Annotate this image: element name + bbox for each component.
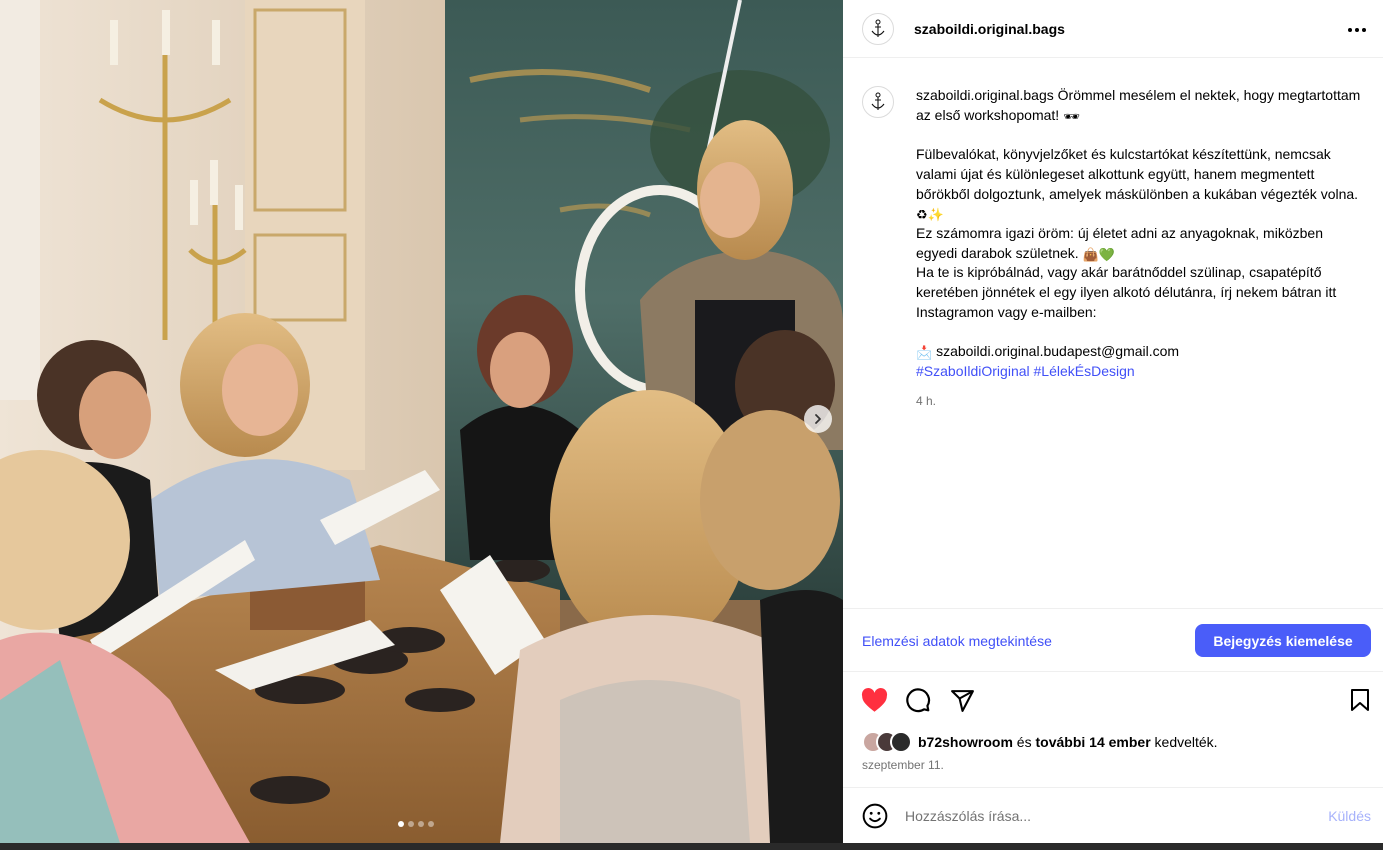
logo-icon [871,92,885,110]
avatar[interactable] [862,86,894,118]
caption-timestamp[interactable]: 4 h. [916,392,1364,412]
comment-icon [906,688,931,713]
recycle-sparkles-icon: ♻✨ [916,207,944,223]
boost-post-button[interactable]: Bejegyzés kiemelése [1195,624,1371,657]
mailbox-icon: 📩 [916,345,933,361]
hashtag-link[interactable]: #SzaboIldiOriginal [916,363,1030,379]
caption-email: szaboildi.original.budapest@gmail.com [932,343,1180,360]
insights-bar: Elemzési adatok megtekintése Bejegyzés k… [843,608,1383,672]
comment-button[interactable] [904,686,932,714]
carousel-indicator [398,821,434,827]
next-slide-button[interactable] [804,405,832,433]
carousel-dot [398,821,404,827]
logo-icon [871,19,885,37]
hashtag-link[interactable]: #LélekÉsDesign [1034,363,1135,379]
other-likers-link[interactable]: további 14 ember [1035,734,1150,750]
avatar[interactable] [862,12,894,45]
carousel-dot [418,821,424,827]
caption-paragraph: Fülbevalókat, könyvjelzőket és kulcstart… [916,146,1362,202]
liker-avatars[interactable] [862,731,918,753]
post-photo[interactable] [0,0,843,843]
chevron-right-icon [815,414,821,424]
more-options-icon [1348,28,1366,32]
send-comment-button[interactable]: Küldés [1328,808,1371,824]
first-liker-username[interactable]: b72showroom [918,734,1013,750]
caption-paragraph: Ez számomra igazi öröm: új életet adni a… [916,224,1327,261]
post-author-username[interactable]: szaboildi.original.bags [914,21,1065,37]
workshop-photo [0,0,843,843]
caption-paragraph: Ha te is kipróbálnád, vagy akár barátnőd… [916,264,1341,320]
liker-avatar [890,731,912,753]
comment-bar: Küldés [843,787,1383,843]
emoji-icon [862,803,888,829]
caption-username[interactable]: szaboildi.original.bags [916,87,1054,103]
carousel-dot [428,821,434,827]
post-date[interactable]: szeptember 11. [862,758,944,772]
likes-suffix: kedvelték. [1150,734,1218,750]
caption-block: szaboildi.original.bags Örömmel mesélem … [862,86,1372,411]
more-options-button[interactable] [1345,18,1369,42]
post-caption: szaboildi.original.bags Örömmel mesélem … [916,86,1364,411]
save-button[interactable] [1346,686,1374,714]
comment-input[interactable] [905,804,1305,828]
handbag-heart-icon: 👜💚 [1082,246,1115,262]
carousel-dot [408,821,414,827]
likes-connector: és [1012,734,1036,750]
view-insights-link[interactable]: Elemzési adatok megtekintése [862,633,1052,649]
share-button[interactable] [948,686,976,714]
share-icon [950,689,974,712]
heart-filled-icon [861,687,887,712]
post-header: szaboildi.original.bags [843,0,1383,58]
likes-summary: b72showroom és további 14 ember kedvelté… [862,731,1218,753]
like-button[interactable] [860,686,888,714]
post-actions [843,684,1383,716]
taskbar-strip [0,843,1383,850]
sunglasses-icon: 🕶 [1063,108,1080,124]
bookmark-icon [1351,689,1369,711]
emoji-picker-button[interactable] [862,803,888,829]
post-side-panel: szaboildi.original.bags szaboildi.origin… [843,0,1383,843]
